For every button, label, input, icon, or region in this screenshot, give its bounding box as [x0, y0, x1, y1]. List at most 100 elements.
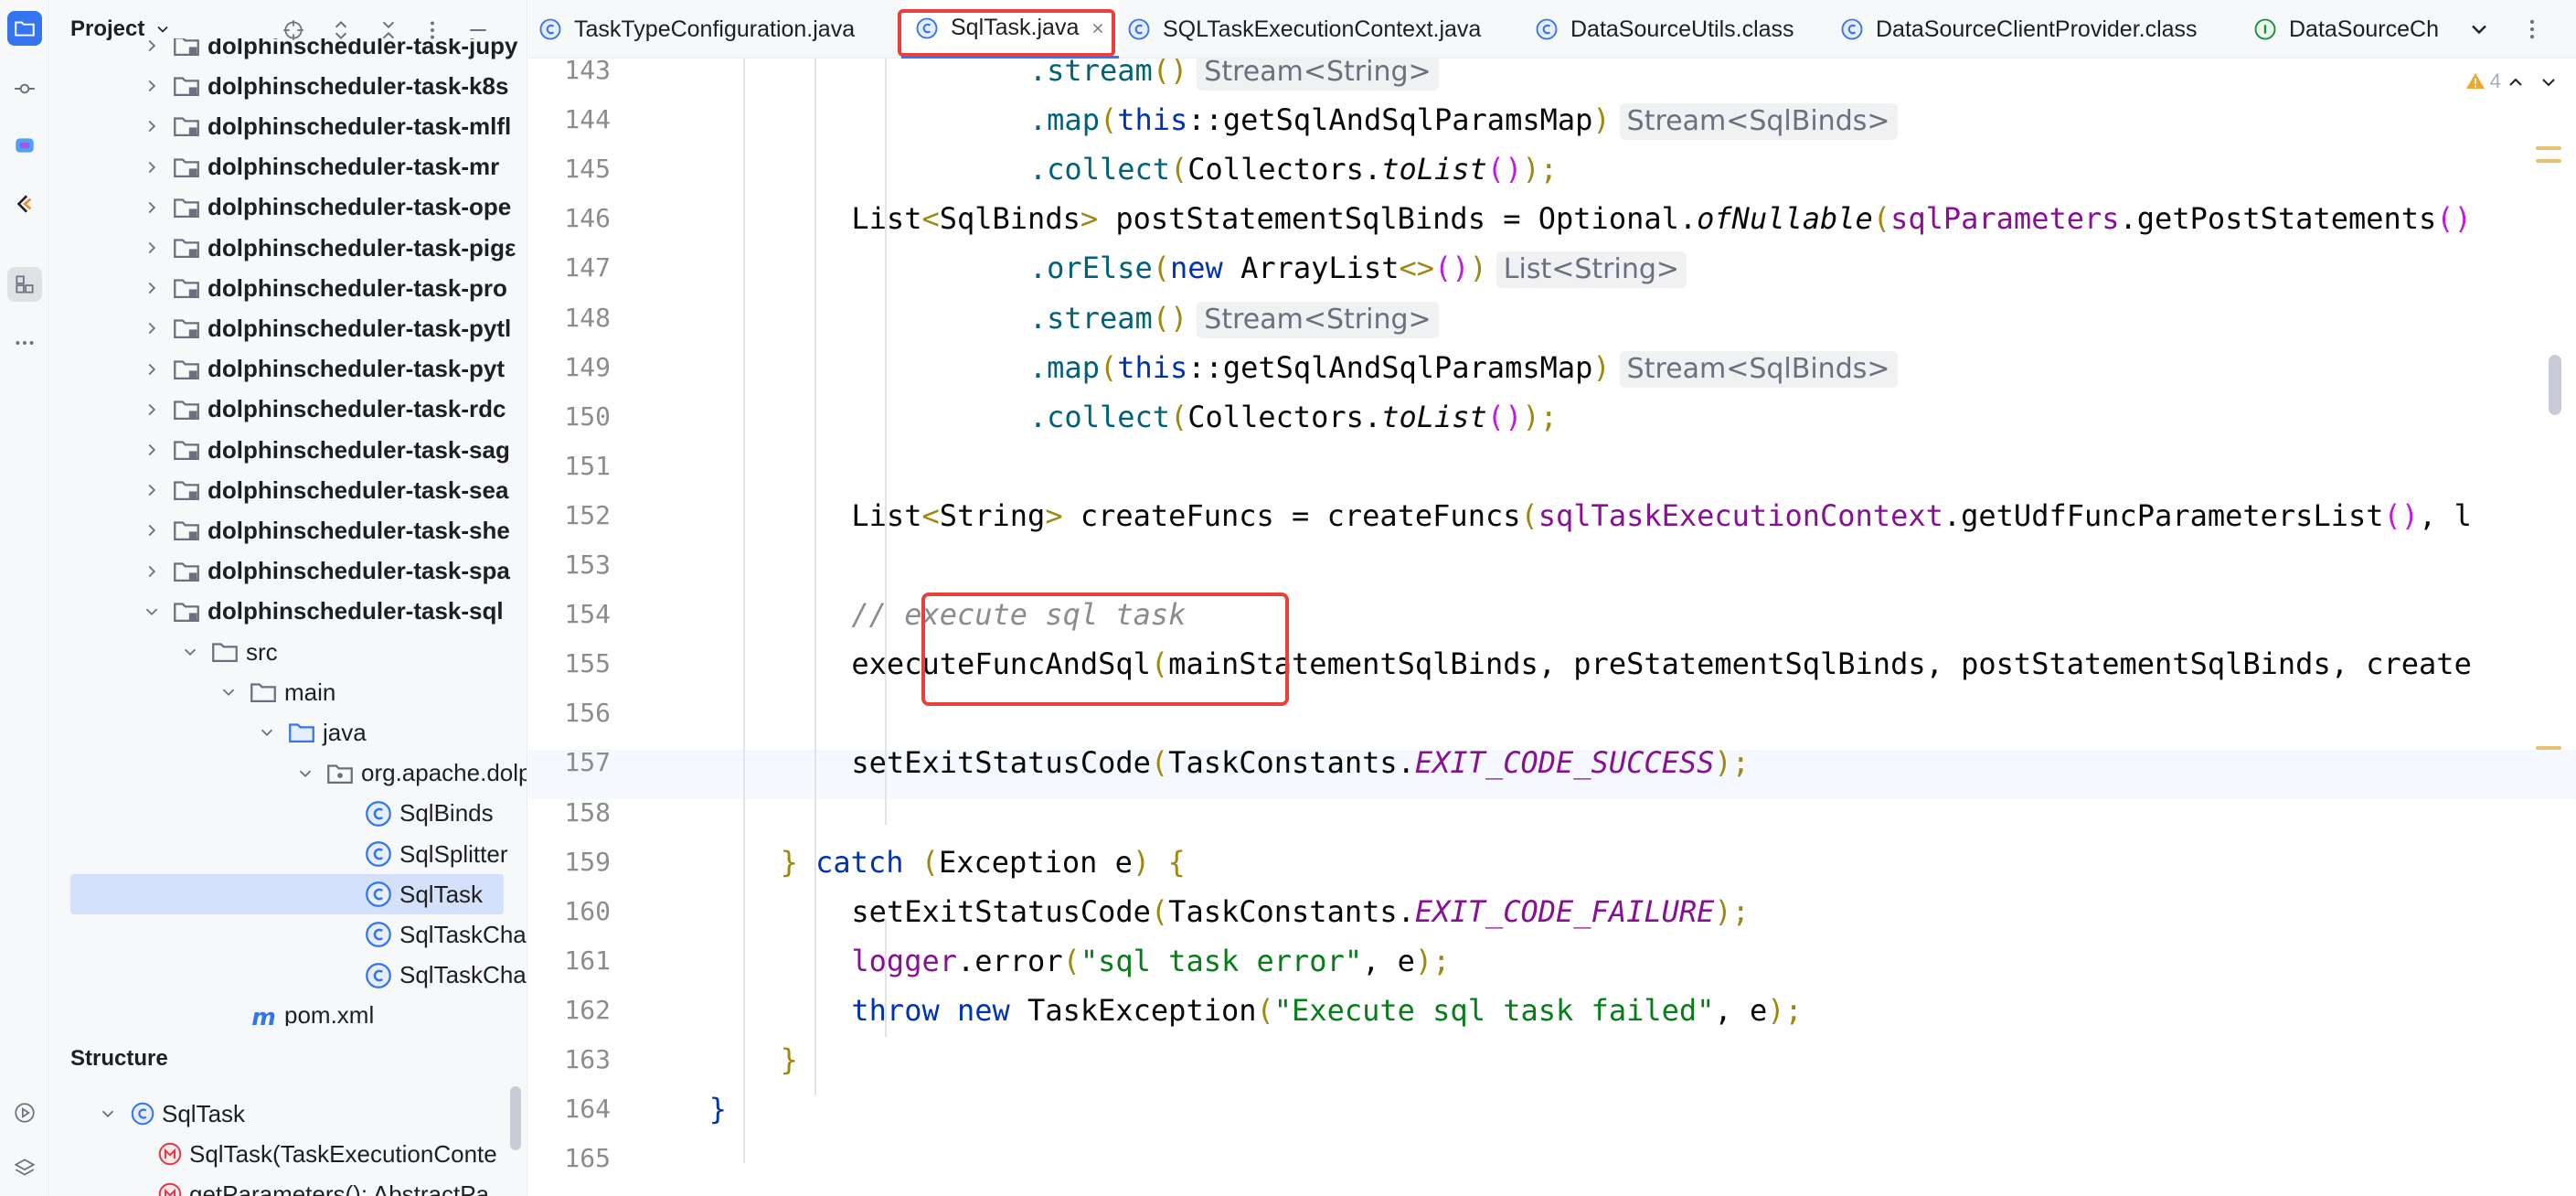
chevron-down-icon[interactable] — [180, 642, 200, 662]
chevron-down-icon[interactable] — [98, 1104, 118, 1124]
code-line[interactable]: // execute sql task — [851, 590, 1186, 639]
chevron-right-icon[interactable] — [142, 400, 162, 420]
commit-tool-button[interactable] — [7, 71, 42, 106]
chevron-down-icon[interactable] — [2538, 71, 2560, 93]
layers-tool-button[interactable] — [7, 1150, 42, 1185]
code-line[interactable]: .collect(Collectors.toList()); — [1029, 392, 1558, 442]
code-line[interactable]: setExitStatusCode(TaskConstants.EXIT_COD… — [851, 887, 1750, 936]
tree-item[interactable]: dolphinscheduler-task-pigε — [50, 228, 527, 268]
code-line[interactable]: throw new TaskException("Execute sql tas… — [851, 986, 1802, 1035]
tree-item[interactable]: java — [50, 712, 527, 753]
chevron-right-icon[interactable] — [142, 198, 162, 218]
code-line[interactable]: .orElse(new ArrayList<>()) List<String> — [1029, 243, 1687, 293]
chevron-down-icon[interactable] — [257, 722, 277, 742]
tree-item[interactable]: SqlTask — [70, 874, 504, 915]
code-line[interactable]: .map(this::getSqlAndSqlParamsMap) Stream<… — [1029, 95, 1898, 144]
tree-item[interactable]: dolphinscheduler-task-mr — [50, 147, 527, 187]
tree-item[interactable]: SqlTaskChar — [50, 956, 527, 996]
tab-datasourceclientprovider-class[interactable]: DataSourceClientProvider.class — [1839, 0, 2198, 59]
services-tool-button[interactable] — [7, 1095, 42, 1130]
tree-item[interactable]: dolphinscheduler-task-sea — [50, 470, 527, 510]
code-line[interactable]: setExitStatusCode(TaskConstants.EXIT_COD… — [851, 738, 1750, 787]
code-line[interactable]: .map(this::getSqlAndSqlParamsMap) Stream<… — [1029, 343, 1898, 392]
code-token: < — [921, 201, 940, 237]
tab-sqltaskexecutioncontext-java[interactable]: SQLTaskExecutionContext.java — [1126, 0, 1481, 59]
plugin-tool-button[interactable] — [7, 187, 42, 221]
tree-item[interactable]: src — [50, 632, 527, 672]
chevron-right-icon[interactable] — [142, 520, 162, 540]
code-line[interactable]: .stream() Stream<String> — [1029, 59, 1439, 95]
code-line[interactable]: .collect(Collectors.toList()); — [1029, 144, 1558, 194]
chevron-right-icon[interactable] — [142, 480, 162, 500]
tree-item[interactable]: dolphinscheduler-task-spa — [50, 551, 527, 592]
editor-scrollbar[interactable] — [2549, 355, 2561, 415]
tree-item[interactable]: org.apache.dolp — [50, 753, 527, 794]
tree-item[interactable]: dolphinscheduler-task-pro — [50, 268, 527, 308]
tree-item[interactable]: SqlTaskChar — [50, 914, 527, 955]
tree-item[interactable]: dolphinscheduler-task-mlfl — [50, 106, 527, 146]
vertical-dots-icon[interactable] — [2519, 16, 2545, 42]
more-tools-button[interactable] — [7, 326, 42, 360]
chevron-right-icon[interactable] — [142, 561, 162, 582]
tree-item[interactable]: dolphinscheduler-task-pyt — [50, 349, 527, 390]
chevron-down-icon[interactable] — [142, 602, 162, 622]
tree-item[interactable]: dolphinscheduler-task-she — [50, 510, 527, 550]
module-folder-icon — [174, 38, 199, 57]
structure-tool-button[interactable] — [7, 267, 42, 302]
ai-assistant-tool-button[interactable] — [7, 128, 42, 163]
tree-item[interactable]: dolphinscheduler-task-sql — [50, 592, 527, 632]
warning-stripe-marker[interactable] — [2536, 746, 2561, 750]
chevron-down-icon[interactable] — [295, 764, 315, 784]
chevron-up-icon[interactable] — [2505, 71, 2527, 93]
structure-item[interactable]: SqlTask — [50, 1094, 527, 1134]
class-icon — [366, 962, 391, 988]
chevron-right-icon[interactable] — [142, 116, 162, 136]
chevron-right-icon[interactable] — [142, 157, 162, 177]
line-number-gutter[interactable]: 143 144 145 146 147 148 149 150 151 152 153 154 155 1… — [528, 59, 636, 1196]
chevron-right-icon[interactable] — [142, 359, 162, 379]
code-line[interactable]: List<SqlBinds> postStatementSqlBinds = O… — [851, 194, 2471, 243]
tab-datasourcech[interactable]: DataSourceCh — [2252, 0, 2439, 59]
chevron-down-icon[interactable] — [218, 682, 239, 702]
class-icon — [1128, 18, 1150, 40]
tree-item[interactable]: SqlSplitter — [50, 834, 527, 874]
warning-stripe-marker[interactable] — [2536, 146, 2561, 150]
structure-item[interactable]: SqlTask(TaskExecutionConte — [50, 1134, 527, 1174]
chevron-right-icon[interactable] — [142, 318, 162, 338]
chevron-right-icon[interactable] — [142, 440, 162, 460]
close-icon[interactable] — [1090, 20, 1106, 37]
chevron-down-icon[interactable] — [2466, 16, 2492, 42]
tree-item[interactable]: dolphinscheduler-task-rdc — [50, 390, 527, 430]
chevron-right-icon[interactable] — [142, 76, 162, 96]
line-number: 159 — [564, 846, 611, 877]
code-line[interactable]: List<String> createFuncs = createFuncs(s… — [851, 491, 2471, 540]
tree-item[interactable]: main — [50, 672, 527, 712]
project-tool-button[interactable] — [7, 11, 42, 46]
tree-item[interactable]: SqlBinds — [50, 794, 527, 834]
tab-sqltask-java[interactable]: SqlTask.java — [901, 0, 1120, 59]
chevron-right-icon[interactable] — [142, 278, 162, 298]
code-line[interactable]: logger.error("sql task error", e); — [851, 936, 1450, 986]
chevron-right-icon[interactable] — [142, 238, 162, 258]
tree-item[interactable]: dolphinscheduler-task-jupy — [50, 38, 527, 66]
tree-item[interactable]: dolphinscheduler-task-sag — [50, 430, 527, 470]
code-editor[interactable]: 143 144 145 146 147 148 149 150 151 152 153 154 155 1… — [528, 59, 2576, 1196]
chevron-down-icon[interactable] — [154, 20, 172, 38]
warning-stripe-marker[interactable] — [2536, 159, 2561, 163]
tree-item[interactable]: dolphinscheduler-task-pytl — [50, 308, 527, 348]
inspection-widget[interactable]: 4 — [2464, 69, 2501, 93]
code-line[interactable]: } catch (Exception e) { — [781, 838, 1186, 887]
tree-item[interactable]: m pom.xml — [50, 996, 527, 1026]
tree-item[interactable]: dolphinscheduler-task-k8s — [50, 66, 527, 106]
code-token: List — [851, 201, 922, 237]
code-line[interactable]: executeFuncAndSql(mainStatementSqlBinds,… — [851, 639, 2471, 689]
tab-tasktypeconfiguration-java[interactable]: TaskTypeConfiguration.java — [538, 0, 855, 59]
structure-item[interactable]: getParameters(): AbstractPa — [50, 1174, 527, 1196]
tree-item[interactable]: dolphinscheduler-task-ope — [50, 187, 527, 228]
code-line[interactable]: } — [781, 1035, 798, 1084]
chevron-right-icon[interactable] — [142, 38, 162, 56]
code-line[interactable]: } — [709, 1084, 727, 1134]
code-line[interactable]: .stream() Stream<String> — [1029, 294, 1439, 343]
tab-datasourceutils-class[interactable]: DataSourceUtils.class — [1534, 0, 1794, 59]
structure-scrollbar[interactable] — [510, 1086, 521, 1150]
